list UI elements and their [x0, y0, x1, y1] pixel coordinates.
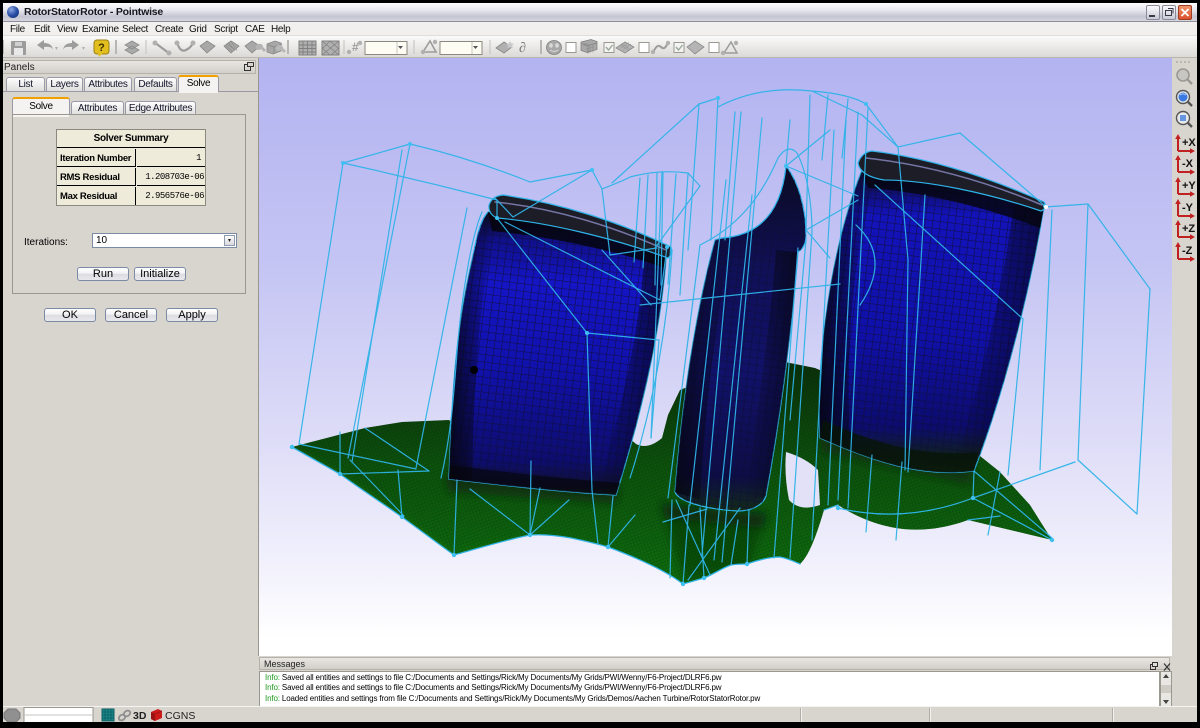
svg-text:3D: 3D — [133, 710, 147, 722]
svg-text:-Y: -Y — [1182, 202, 1194, 214]
svg-text:+Z: +Z — [1182, 223, 1195, 235]
svg-text:∂: ∂ — [519, 41, 526, 56]
svg-text:CGNS: CGNS — [165, 710, 195, 722]
svg-text:?: ? — [98, 42, 105, 54]
svg-text:-Z: -Z — [1182, 245, 1193, 257]
svg-text:+Y: +Y — [1182, 180, 1196, 192]
svg-text:+X: +X — [1182, 137, 1196, 149]
svg-text:#: # — [352, 40, 359, 54]
svg-text:-X: -X — [1182, 158, 1194, 170]
